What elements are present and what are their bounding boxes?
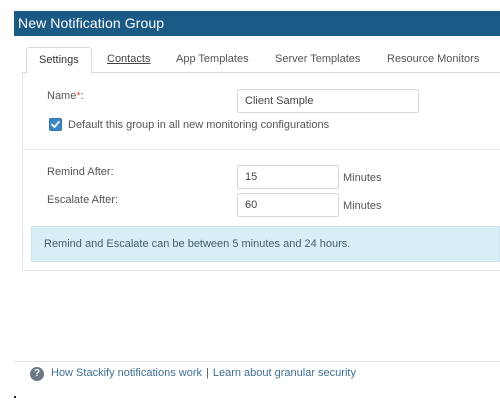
granular-security-link[interactable]: Learn about granular security bbox=[213, 367, 356, 379]
remind-unit-label: Minutes bbox=[343, 172, 382, 184]
remind-after-label: Remind After: bbox=[47, 166, 114, 178]
escalate-after-label: Escalate After: bbox=[47, 194, 118, 206]
footer-separator: | bbox=[206, 367, 209, 379]
footer-divider bbox=[14, 361, 500, 362]
tab-bar: Settings Contacts App Templates Server T… bbox=[22, 47, 500, 74]
section-divider bbox=[22, 149, 500, 150]
range-info-message: Remind and Escalate can be between 5 min… bbox=[31, 226, 500, 262]
tab-server-templates[interactable]: Server Templates bbox=[275, 47, 360, 73]
escalate-after-field[interactable] bbox=[237, 193, 339, 217]
footer-links: How Stackify notifications work | Learn ab… bbox=[51, 367, 356, 379]
tab-resource-monitors[interactable]: Resource Monitors bbox=[387, 47, 479, 73]
stray-dot bbox=[14, 396, 16, 398]
tab-app-templates[interactable]: App Templates bbox=[176, 47, 249, 73]
name-field[interactable] bbox=[237, 89, 419, 113]
notifications-help-link[interactable]: How Stackify notifications work bbox=[51, 367, 202, 379]
default-group-checkbox[interactable] bbox=[49, 118, 62, 131]
dialog-title: New Notification Group bbox=[14, 11, 500, 36]
default-group-label: Default this group in all new monitoring… bbox=[68, 119, 330, 131]
remind-after-field[interactable] bbox=[237, 165, 339, 189]
checkmark-icon bbox=[51, 120, 60, 128]
help-icon: ? bbox=[30, 367, 44, 381]
escalate-unit-label: Minutes bbox=[343, 200, 382, 212]
tab-settings[interactable]: Settings bbox=[26, 47, 92, 74]
notification-group-dialog: New Notification Group Settings Contacts… bbox=[0, 0, 500, 409]
name-label-text: Name bbox=[47, 90, 77, 102]
tab-contacts[interactable]: Contacts bbox=[107, 47, 150, 73]
name-label: Name*: bbox=[47, 90, 84, 102]
name-label-colon: : bbox=[80, 90, 84, 102]
